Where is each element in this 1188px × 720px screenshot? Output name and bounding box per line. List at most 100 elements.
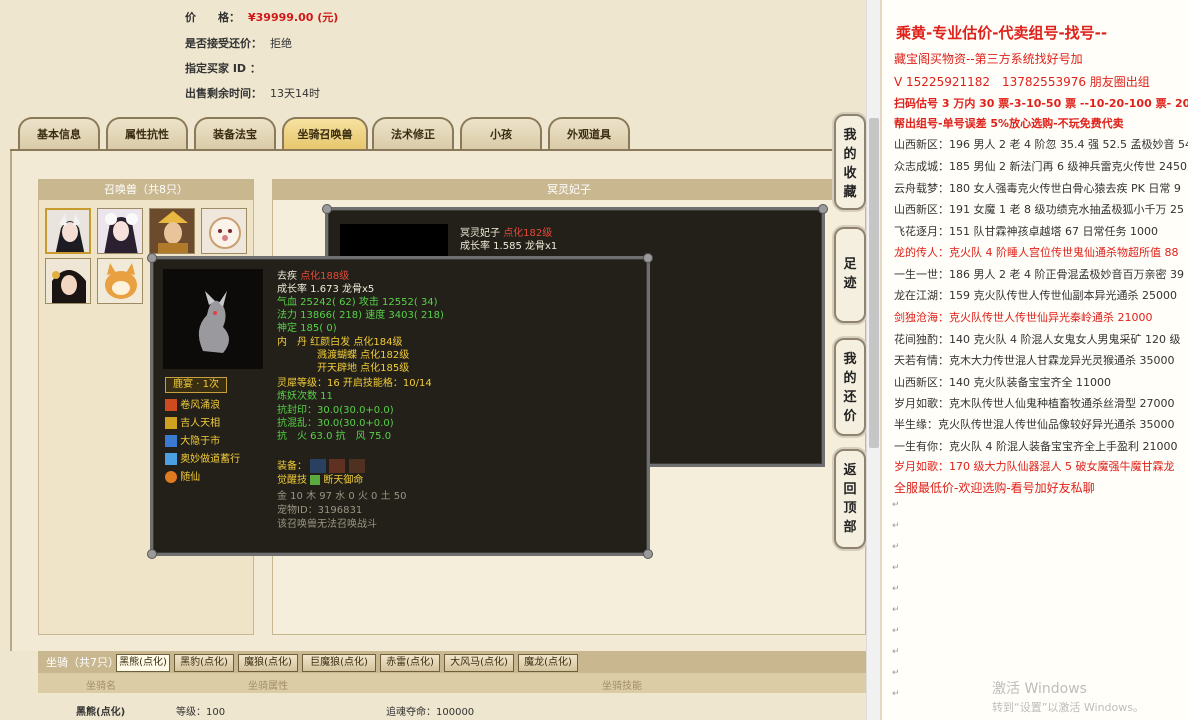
promo-line: 山西新区：196 男人 2 老 4 阶忽 35.4 强 52.5 孟极妙音 54 (894, 138, 1188, 151)
tooltip-equip-row: 装备： (277, 459, 365, 473)
pet-tooltip-front: 鹿宴 · 1次 卷风涌浪 吉人天相 大隐于市 奥妙做道蓄行 随仙 去疾 点化18… (147, 253, 653, 559)
scrollbar-thumb[interactable] (869, 118, 879, 448)
return-mark-icon: ↵ (892, 647, 900, 657)
btn-char: 收 (843, 166, 857, 181)
promo-line: 云舟载梦：180 女人强毒克火传世白骨心猿去疾 PK 日常 9 (894, 182, 1181, 195)
buyer-label: 指定买家 ID ： (185, 62, 261, 75)
tooltip-growth: 成长率 1.673 龙骨x5 (277, 284, 375, 295)
promo-line: 帮出组号-单号误差 5%放心选购-不玩免费代卖 (894, 117, 1124, 130)
skill-name: 奥妙做道蓄行 (180, 454, 241, 465)
promo-line: 龙的传人：克火队 4 阶睡人宫位传世鬼仙通杀物超所值 88 (894, 246, 1179, 259)
promo-line: 天若有情：克木大力传世混人甘霖龙异光灵猴通杀 35000 (894, 354, 1175, 367)
mount-tab[interactable]: 赤雷(点化) (380, 654, 440, 672)
promo-title: 乘黄-专业估价-代卖组号-找号-- (896, 24, 1108, 42)
mount-tab[interactable]: 巨魔狼(点化) (302, 654, 376, 672)
return-mark-icon: ↵ (892, 521, 900, 531)
my-offers-button[interactable]: 我的还价 (834, 338, 866, 436)
bind-skill: 觉醒技 (277, 475, 307, 486)
btn-char: 还 (843, 390, 857, 405)
pet-portrait-icon (202, 209, 246, 253)
equip-icon[interactable] (310, 459, 327, 473)
promo-line: 山西新区：140 克火队装备宝宝齐全 11000 (894, 376, 1111, 389)
tooltip-corner (818, 204, 828, 214)
mount-tab[interactable]: 大风马(点化) (444, 654, 514, 672)
mount-table-row: 黑熊(点化) 等级：100 追魂夺命：100000 (38, 693, 866, 720)
pet-slot[interactable] (97, 208, 143, 254)
mount-col-skill: 坐骑技能 (602, 681, 642, 692)
mount-tabs: 坐骑（共7只） 黑熊(点化) 黑豹(点化) 魔狼(点化) 巨魔狼(点化) 赤雷(… (38, 651, 866, 673)
tooltip-elements: 金 10 木 97 水 0 火 0 土 50 (277, 491, 407, 502)
mount-tab[interactable]: 魔狼(点化) (238, 654, 298, 672)
promo-line: 山西新区：191 女魔 1 老 8 级功绩克水抽孟极狐小千万 25 (894, 203, 1184, 216)
tab-label: 装备法宝 (213, 128, 257, 141)
skill-item[interactable]: 随仙 (165, 471, 200, 484)
pet-slot[interactable] (45, 208, 91, 254)
pet-portrait-icon (46, 259, 90, 303)
tab-basic-info[interactable]: 基本信息 (18, 117, 100, 151)
promo-line: 一生一世：186 男人 2 老 4 阶正骨混孟极妙音百万亲密 39 (894, 268, 1184, 281)
mount-tab[interactable]: 魔龙(点化) (518, 654, 578, 672)
skill-item[interactable]: 大隐于市 (165, 435, 220, 448)
my-favorites-button[interactable]: 我的收藏 (834, 114, 866, 210)
return-mark-icon: ↵ (892, 689, 900, 699)
back-to-top-button[interactable]: 返回顶部 (834, 449, 866, 549)
equip-icon[interactable] (329, 459, 346, 473)
tooltip-corner (147, 549, 157, 559)
windows-activation-title: 激活 Windows (992, 681, 1087, 697)
return-mark-icon: ↵ (892, 563, 900, 573)
tooltip-hp: 气血 25242( 62) 攻击 12552( 34) (277, 297, 438, 308)
tab-mounts-pets[interactable]: 坐骑召唤兽 (282, 117, 368, 151)
skill-name: 随仙 (180, 472, 201, 483)
tooltip-corner (643, 549, 653, 559)
history-button[interactable]: 足迹 (834, 227, 866, 323)
tab-attributes[interactable]: 属性抗性 (106, 117, 188, 151)
pet-slot[interactable] (201, 208, 247, 254)
promo-line: 飞花逐月：151 队甘霖神孩卓越塔 67 日常任务 1000 (894, 225, 1158, 238)
tab-label: 属性抗性 (125, 128, 169, 141)
mount-tab[interactable]: 黑熊(点化) (116, 654, 170, 672)
tab-children[interactable]: 小孩 (460, 117, 542, 151)
promo-line: 扫码估号 3 万内 30 票-3-10-50 票 --10-20-100 票- … (894, 97, 1188, 110)
mount-col-attr: 坐骑属性 (248, 681, 288, 692)
tooltip-pet-tag: 点化188级 (300, 271, 350, 282)
time-value: 13天14时 (270, 87, 320, 100)
promo-line: 岁月如歌：170 级大力队仙器混人 5 破女魔强牛魔甘霖龙 (894, 460, 1175, 473)
tab-equipment[interactable]: 装备法宝 (194, 117, 276, 151)
tooltip-resist: 抗混乱：30.0(30.0+0.0) (277, 418, 394, 429)
tooltip-ward: 神定 185( 0) (277, 323, 337, 334)
equip-icon[interactable] (348, 459, 365, 473)
skill-icon (165, 435, 177, 447)
tooltip-pet-tag: 点化182级 (503, 228, 553, 239)
tooltip-pet-name: 去疾 (277, 271, 297, 282)
tab-appearance[interactable]: 外观道具 (548, 117, 630, 151)
skill-item[interactable]: 吉人天相 (165, 417, 220, 430)
tooltip-core: 溅渡蝴蝶 点化182级 (317, 350, 410, 361)
tooltip-pet-name: 冥灵妃子 (460, 228, 500, 239)
return-mark-icon: ↵ (892, 584, 900, 594)
skill-item[interactable]: 奥妙做道蓄行 (165, 453, 240, 466)
pet-slot[interactable] (45, 258, 91, 304)
btn-char: 的 (843, 371, 857, 386)
skill-item[interactable]: 卷风涌浪 (165, 399, 220, 412)
tab-label: 法术修正 (391, 128, 435, 141)
tooltip-spirit: 灵犀等级：16 开启技能格：10/14 (277, 378, 432, 389)
tab-spell-mods[interactable]: 法术修正 (372, 117, 454, 151)
bind-skill: 断天御命 (323, 475, 364, 486)
return-mark-icon: ↵ (892, 605, 900, 615)
pet-slot[interactable] (97, 258, 143, 304)
pet-slot[interactable] (149, 208, 195, 254)
price-row: 价 格： ¥39999.00 (元) (185, 9, 338, 25)
pet-portrait-icon (150, 209, 194, 253)
skill-name: 卷风涌浪 (180, 400, 221, 411)
btn-char: 迹 (843, 276, 857, 291)
pet-list-title: 召唤兽（共8只） (39, 180, 253, 200)
mount-tab[interactable]: 黑豹(点化) (174, 654, 234, 672)
mount-tab-label: 黑熊(点化) (119, 657, 167, 668)
promo-line: 龙在江湖：159 克火队传世人传世仙副本异光通杀 25000 (894, 289, 1177, 302)
btn-char: 价 (843, 409, 857, 424)
page-scrollbar[interactable] (866, 0, 880, 720)
tab-label: 外观道具 (567, 128, 611, 141)
buyer-row: 指定买家 ID ： (185, 60, 269, 76)
tooltip-resist: 抗封印：30.0(30.0+0.0) (277, 405, 394, 416)
btn-char: 我 (843, 352, 857, 367)
